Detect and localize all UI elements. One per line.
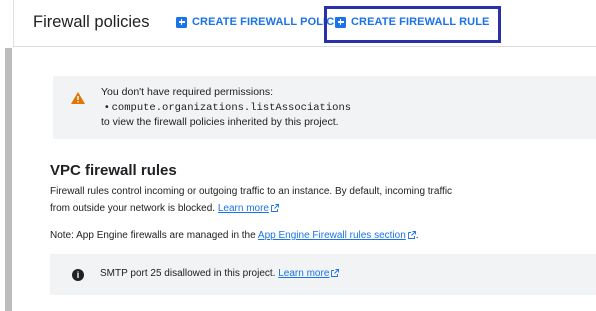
page-title: Firewall policies — [33, 13, 150, 31]
permissions-warning-text: You don't have required permissions: • c… — [101, 85, 351, 130]
missing-permission-item: • compute.organizations.listAssociations — [101, 100, 351, 116]
app-engine-link-label: App Engine Firewall rules section — [257, 230, 406, 241]
warning-intro: You don't have required permissions: — [101, 86, 274, 98]
page-header: Firewall policies CREATE FIREWALL POLICY… — [0, 0, 596, 47]
header-separator — [13, 0, 14, 47]
warning-outro: to view the firewall policies inherited … — [101, 116, 339, 128]
external-link-icon — [271, 203, 279, 212]
app-engine-firewall-link[interactable]: App Engine Firewall rules section — [258, 230, 416, 241]
note-prefix: Note: App Engine firewalls are managed i… — [50, 230, 256, 241]
create-firewall-policy-label: CREATE FIREWALL POLICY — [192, 16, 342, 28]
note-suffix: . — [415, 230, 419, 241]
left-scrollbar[interactable] — [5, 48, 12, 311]
bullet: • — [105, 100, 109, 113]
smtp-notice-panel: i SMTP port 25 disallowed in this projec… — [50, 254, 596, 295]
smtp-learn-more-label: Learn more — [278, 268, 330, 279]
info-icon: i — [72, 269, 84, 281]
header-divider — [13, 46, 596, 47]
external-link-icon — [331, 269, 340, 277]
warning-icon — [71, 92, 85, 104]
permissions-warning-panel: You don't have required permissions: • c… — [53, 76, 596, 139]
permission-name: compute.organizations.listAssociations — [111, 101, 352, 114]
add-box-icon — [176, 16, 187, 28]
smtp-notice-text: SMTP port 25 disallowed in this project. — [100, 268, 276, 279]
learn-more-link[interactable]: Learn more — [218, 203, 279, 214]
create-firewall-policy-button[interactable]: CREATE FIREWALL POLICY — [176, 16, 342, 28]
smtp-notice: SMTP port 25 disallowed in this project.… — [100, 267, 340, 281]
highlight-annotation-box — [324, 6, 501, 43]
smtp-learn-more-link[interactable]: Learn more — [278, 268, 340, 279]
external-link-icon — [407, 231, 416, 239]
learn-more-label: Learn more — [217, 202, 269, 214]
vpc-section-title: VPC firewall rules — [50, 162, 177, 179]
app-engine-note: Note: App Engine firewalls are managed i… — [50, 229, 419, 243]
vpc-description: Firewall rules control incoming or outgo… — [50, 184, 470, 217]
